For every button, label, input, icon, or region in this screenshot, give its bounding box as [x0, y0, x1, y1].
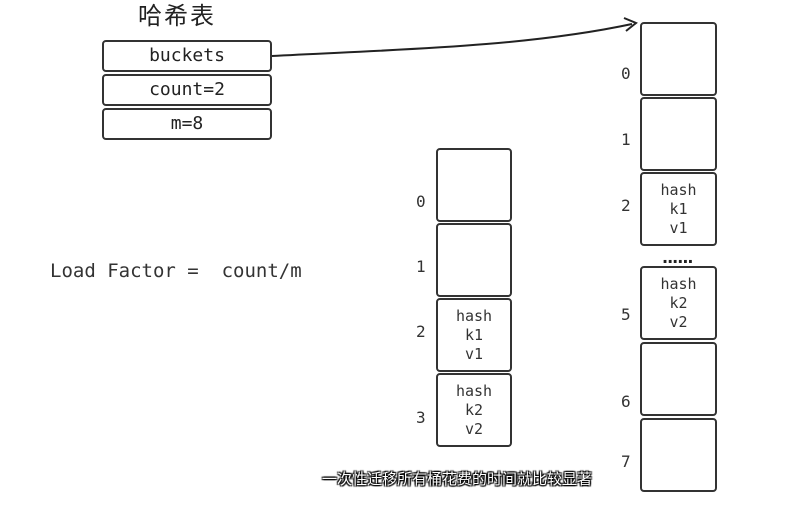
bucket-hash-label: hash	[455, 306, 493, 325]
bucket-value-label: v2	[464, 419, 484, 438]
large-index-5: 5	[621, 305, 631, 324]
small-index-2: 2	[416, 322, 426, 341]
large-index-7: 7	[621, 452, 631, 471]
large-index-0: 0	[621, 64, 631, 83]
bucket-key-label: k2	[669, 293, 688, 312]
bucket-value-label: v1	[464, 344, 484, 363]
small-bucket-0	[436, 148, 512, 222]
small-index-1: 1	[416, 257, 426, 276]
ellipsis: ......	[662, 248, 693, 267]
bucket-key-label: k1	[464, 325, 484, 344]
bucket-key-label: k2	[464, 400, 484, 419]
video-subtitle: 一次性迁移所有桶花费的时间就比较显著	[322, 470, 593, 488]
large-index-6: 6	[621, 392, 631, 411]
load-factor-formula: Load Factor = count/m	[50, 260, 302, 282]
bucket-hash-label: hash	[455, 381, 493, 400]
small-index-3: 3	[416, 408, 426, 427]
large-bucket-7	[640, 418, 717, 492]
small-bucket-2: hash k1 v1	[436, 298, 512, 372]
small-bucket-1	[436, 223, 512, 297]
large-index-2: 2	[621, 196, 631, 215]
large-index-1: 1	[621, 130, 631, 149]
bucket-hash-label: hash	[660, 274, 697, 293]
large-bucket-0	[640, 22, 717, 96]
large-bucket-2: hash k1 v1	[640, 172, 717, 246]
small-index-0: 0	[416, 192, 426, 211]
small-bucket-3: hash k2 v2	[436, 373, 512, 447]
bucket-hash-label: hash	[660, 180, 697, 199]
bucket-value-label: v1	[669, 218, 688, 237]
bucket-key-label: k1	[669, 199, 688, 218]
large-bucket-1	[640, 97, 717, 171]
bucket-value-label: v2	[669, 312, 688, 331]
large-bucket-5: hash k2 v2	[640, 266, 717, 340]
large-bucket-6	[640, 342, 717, 416]
